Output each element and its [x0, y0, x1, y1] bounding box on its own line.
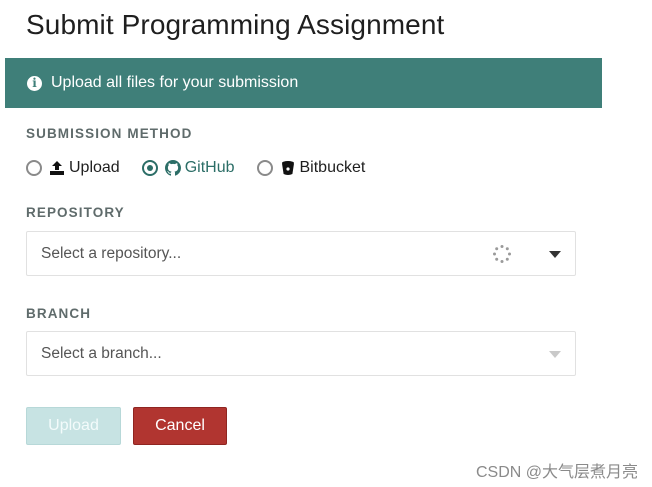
banner-text: Upload all files for your submission — [51, 74, 299, 91]
upload-radio[interactable] — [26, 160, 42, 176]
upload-button[interactable]: Upload — [26, 407, 121, 445]
loading-spinner-icon — [493, 245, 511, 263]
branch-label: BRANCH — [26, 306, 92, 321]
bitbucket-option-label: Bitbucket — [299, 159, 366, 176]
method-option-upload[interactable]: Upload — [26, 159, 120, 177]
upload-icon — [50, 161, 64, 175]
watermark: CSDN @大气层煮月亮 — [475, 464, 638, 481]
upload-option-label: Upload — [69, 159, 120, 176]
submission-method-label: SUBMISSION METHOD — [26, 126, 193, 141]
submission-method-group: Upload GitHub Bitbucket — [26, 157, 387, 179]
repository-placeholder: Select a repository... — [41, 244, 182, 262]
method-option-bitbucket[interactable]: Bitbucket — [256, 159, 366, 177]
github-option-label: GitHub — [184, 159, 235, 176]
branch-placeholder: Select a branch... — [41, 344, 162, 362]
info-icon: i — [27, 75, 42, 91]
chevron-down-icon[interactable] — [549, 351, 561, 358]
chevron-down-icon[interactable] — [549, 251, 561, 258]
cancel-button[interactable]: Cancel — [133, 407, 227, 445]
github-radio[interactable] — [141, 160, 158, 176]
repository-label: REPOSITORY — [26, 205, 125, 220]
page-title: Submit Programming Assignment — [26, 9, 445, 40]
bitbucket-radio[interactable] — [256, 160, 273, 176]
method-option-github[interactable]: GitHub — [141, 159, 235, 177]
repository-select[interactable]: Select a repository... — [26, 231, 576, 276]
branch-select[interactable]: Select a branch... — [26, 331, 576, 376]
github-icon — [164, 160, 181, 176]
bitbucket-icon — [281, 161, 294, 175]
info-banner: i Upload all files for your submission — [5, 58, 602, 108]
